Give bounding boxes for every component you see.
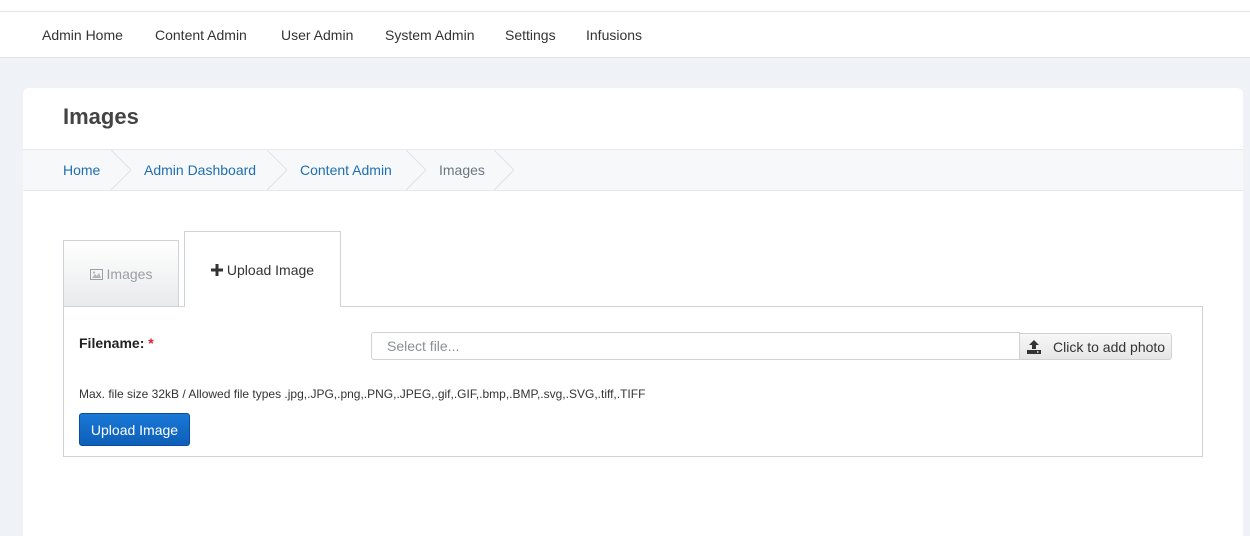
add-photo-button[interactable]: Click to add photo [1019,333,1172,360]
breadcrumb-admin-dashboard[interactable]: Admin Dashboard [144,150,256,190]
nav-item-admin-home[interactable]: Admin Home [42,12,123,58]
nav-item-user-admin[interactable]: User Admin [281,12,353,58]
file-path-input[interactable] [371,332,1020,360]
upload-form: Filename: * Click to add photo Max. file… [63,306,1203,457]
breadcrumb-separator-icon [494,150,514,190]
top-strip [0,0,1250,12]
nav-item-content-admin[interactable]: Content Admin [155,12,247,58]
nav-item-infusions[interactable]: Infusions [586,12,642,58]
add-photo-label: Click to add photo [1053,339,1166,355]
filename-label: Filename: * [79,335,154,351]
breadcrumb-separator-icon [406,150,426,190]
admin-navbar: Admin Home Content Admin User Admin Syst… [0,12,1250,58]
file-constraints-hint: Max. file size 32kB / Allowed file types… [79,387,646,401]
breadcrumb: Home Admin Dashboard Content Admin Image… [23,149,1243,191]
breadcrumb-home[interactable]: Home [63,150,100,190]
nav-item-system-admin[interactable]: System Admin [385,12,474,58]
tab-upload-image-label: Upload Image [226,262,315,278]
upload-image-button[interactable]: Upload Image [79,413,190,446]
tab-images-label: Images [106,266,153,282]
breadcrumb-separator-icon [267,150,287,190]
image-icon [89,269,103,280]
tab-images[interactable]: Images [63,240,179,306]
upload-icon [1027,340,1041,354]
content-panel: Images Home Admin Dashboard Content Admi… [23,88,1243,536]
breadcrumb-images-current: Images [439,162,485,178]
filename-label-text: Filename: [79,335,145,351]
nav-item-settings[interactable]: Settings [505,12,556,58]
required-marker: * [148,335,154,351]
tab-upload-image[interactable]: Upload Image [184,231,341,307]
page-title: Images [63,104,139,129]
plus-icon [210,264,223,276]
breadcrumb-separator-icon [111,150,131,190]
breadcrumb-content-admin[interactable]: Content Admin [300,150,392,190]
